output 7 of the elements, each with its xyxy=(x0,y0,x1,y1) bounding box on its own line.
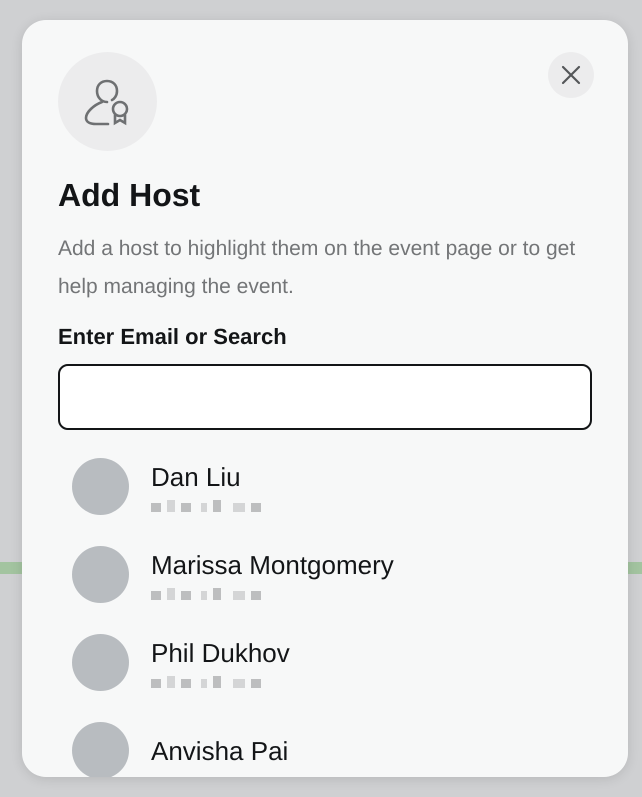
host-name[interactable]: Dan Liu xyxy=(151,462,267,492)
dialog-description: Add a host to highlight them on the event page or to get help managing the event. xyxy=(58,236,576,300)
host-name[interactable]: Anvisha Pai xyxy=(151,736,288,766)
dialog-title: Add Host xyxy=(58,177,202,214)
host-name[interactable]: Marissa Montgomery xyxy=(151,550,394,580)
host-name[interactable]: Phil Dukhov xyxy=(151,638,290,668)
field-label: Enter Email or Search xyxy=(58,324,288,350)
